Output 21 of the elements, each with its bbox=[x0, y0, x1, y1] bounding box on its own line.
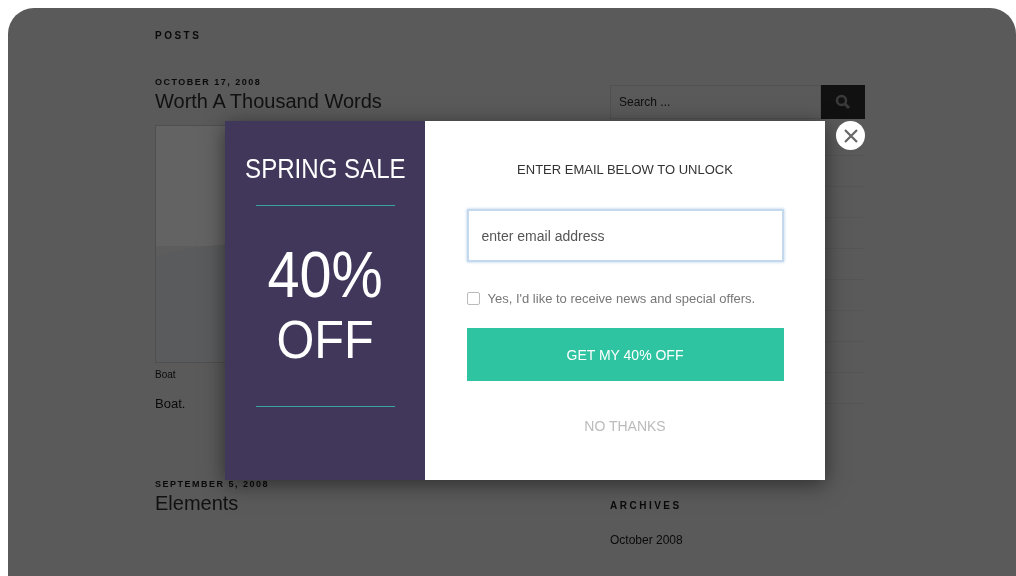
post-excerpt: Boat. bbox=[155, 396, 187, 411]
search-icon bbox=[835, 94, 851, 110]
promo-title: SPRING SALE bbox=[244, 153, 406, 185]
post-title-link[interactable]: Worth A Thousand Words bbox=[155, 90, 420, 113]
post-date: SEPTEMBER 5, 2008 bbox=[155, 479, 271, 489]
form-heading: ENTER EMAIL BELOW TO UNLOCK bbox=[517, 162, 733, 177]
checkbox-label: Yes, I'd like to receive news and special offers. bbox=[487, 291, 756, 306]
discount-label: OFF bbox=[276, 312, 374, 366]
post-date: OCTOBER 17, 2008 bbox=[155, 77, 263, 87]
archive-link[interactable]: October 2008 bbox=[610, 533, 865, 547]
post-title-link[interactable]: Elements bbox=[155, 492, 420, 515]
decline-link[interactable]: NO THANKS bbox=[584, 418, 666, 434]
checkbox[interactable] bbox=[466, 292, 480, 305]
section-heading: POSTS bbox=[155, 30, 203, 41]
discount-amount: 40% bbox=[267, 242, 383, 308]
search-field[interactable]: Search ... bbox=[610, 85, 821, 119]
widget-heading: ARCHIVES bbox=[610, 500, 683, 511]
image-caption: Boat bbox=[155, 369, 177, 380]
email-field[interactable]: enter email address bbox=[466, 209, 784, 262]
close-icon bbox=[843, 128, 858, 143]
submit-button[interactable]: GET MY 40% OFF bbox=[466, 328, 784, 381]
